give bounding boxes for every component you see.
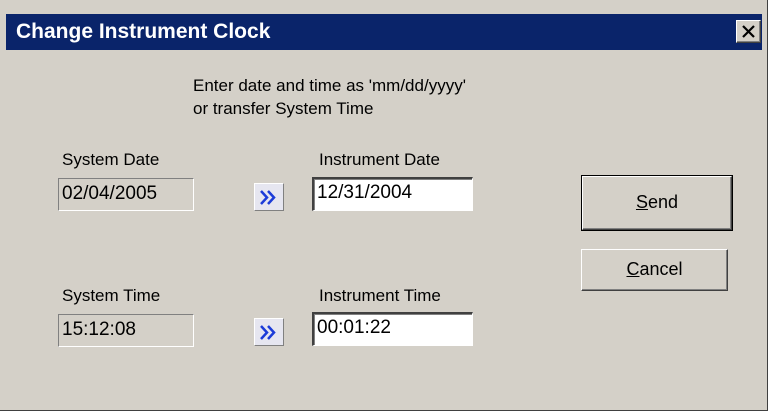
- system-time-field: 15:12:08: [58, 314, 194, 347]
- instructions-line-1: Enter date and time as 'mm/dd/yyyy': [193, 76, 466, 95]
- instructions-line-2: or transfer System Time: [193, 99, 374, 118]
- instrument-date-input[interactable]: 12/31/2004: [312, 177, 473, 211]
- transfer-time-button[interactable]: [254, 318, 284, 346]
- instrument-date-label: Instrument Date: [319, 150, 440, 169]
- double-chevron-right-icon: [260, 190, 276, 205]
- title-bar[interactable]: Change Instrument Clock: [6, 14, 762, 50]
- close-icon: [742, 25, 755, 38]
- close-button[interactable]: [736, 20, 761, 43]
- send-button-label: Send: [635, 192, 679, 212]
- change-instrument-clock-dialog: Change Instrument Clock Enter date and t…: [0, 0, 768, 411]
- instrument-time-label: Instrument Time: [319, 286, 441, 305]
- double-chevron-right-icon: [260, 325, 276, 340]
- transfer-date-button[interactable]: [254, 183, 284, 211]
- system-time-label: System Time: [62, 286, 161, 305]
- system-date-label: System Date: [62, 150, 160, 169]
- instrument-time-input[interactable]: 00:01:22: [312, 312, 473, 346]
- cancel-button-label: Cancel: [626, 259, 683, 279]
- send-button[interactable]: Send: [581, 175, 733, 231]
- dialog-title: Change Instrument Clock: [16, 20, 271, 43]
- system-date-field: 02/04/2005: [58, 178, 194, 211]
- cancel-button[interactable]: Cancel: [581, 249, 728, 291]
